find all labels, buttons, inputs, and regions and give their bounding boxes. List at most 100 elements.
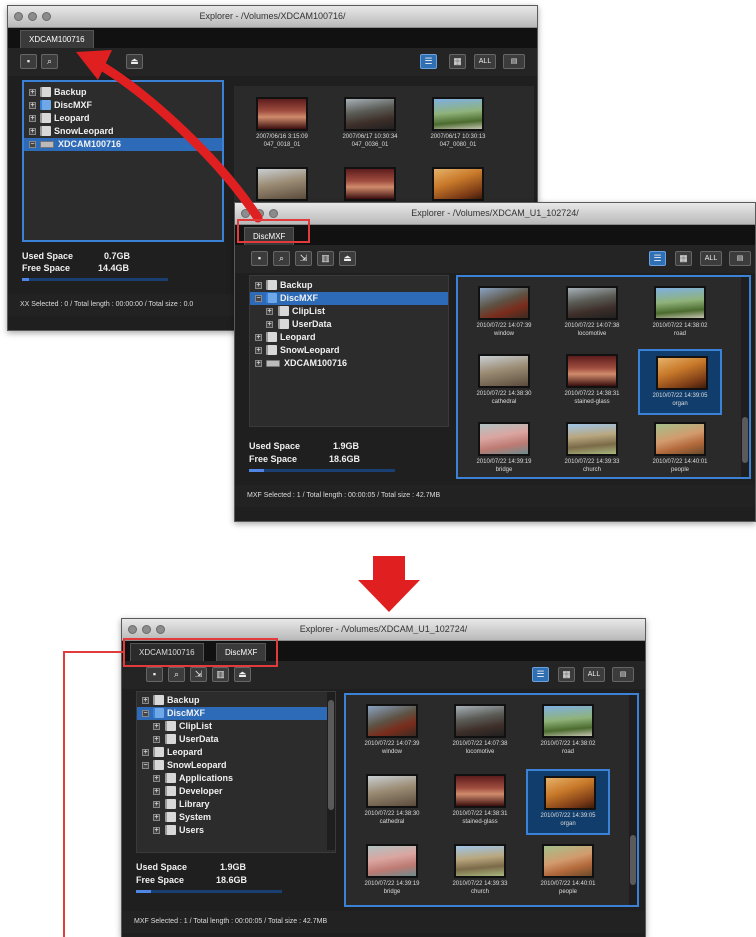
tab-discmxf[interactable]: DiscMXF xyxy=(244,227,295,245)
thumbnail-clip-organ[interactable]: 2010/07/22 14:39:05 organ xyxy=(638,349,722,415)
zoom-window-button[interactable] xyxy=(42,12,51,21)
tree-item-backup[interactable]: + Backup xyxy=(250,279,448,292)
close-window-button[interactable] xyxy=(14,12,23,21)
folder-tree[interactable]: + Backup + DiscMXF + Leopard + SnowLeopa… xyxy=(22,80,224,242)
thumbnail-scrollbar[interactable] xyxy=(741,277,749,477)
tree-item-leopard[interactable]: + Leopard xyxy=(250,331,448,344)
expand-icon[interactable]: + xyxy=(153,788,160,795)
delete-button[interactable]: ▥ xyxy=(212,667,229,682)
thumbnail-size-button[interactable]: ▤ xyxy=(729,251,751,266)
expand-icon[interactable]: + xyxy=(142,749,149,756)
minimize-window-button[interactable] xyxy=(255,209,264,218)
title-bar[interactable]: Explorer - /Volumes/XDCAM_U1_102724/ xyxy=(122,619,645,641)
thumbnail-clip-road[interactable]: 2010/07/22 14:38:02 road xyxy=(638,281,722,347)
expand-icon[interactable]: + xyxy=(255,347,262,354)
expand-icon[interactable]: + xyxy=(29,115,36,122)
thumbnail-scrollbar[interactable] xyxy=(629,695,637,905)
tree-item-discmxf[interactable]: − DiscMXF xyxy=(250,292,448,305)
tree-item-xdcam100716[interactable]: + XDCAM100716 xyxy=(250,357,448,370)
search-button[interactable]: ⌕ xyxy=(41,54,58,69)
tree-item-cliplist[interactable]: + ClipList xyxy=(250,305,448,318)
thumbnail-clip-stained-glass[interactable]: 2010/07/22 14:38:31 stained-glass xyxy=(550,349,634,415)
expand-icon[interactable]: + xyxy=(142,697,149,704)
tree-item-backup[interactable]: + Backup xyxy=(137,694,335,707)
expand-icon[interactable]: + xyxy=(266,321,273,328)
expand-icon[interactable]: + xyxy=(153,723,160,730)
tree-view-button[interactable]: ☰ xyxy=(532,667,549,682)
tree-item-leopard[interactable]: + Leopard xyxy=(137,746,335,759)
thumbnail-clip-bridge[interactable]: 2010/07/22 14:39:19 bridge xyxy=(350,839,434,905)
zoom-window-button[interactable] xyxy=(156,625,165,634)
thumbnail-clip-organ[interactable]: 2010/07/22 14:39:05 organ xyxy=(526,769,610,835)
thumbnail-clip-locomotive[interactable]: 2010/07/22 14:07:38 locomotive xyxy=(438,699,522,765)
thumbnail-grid[interactable]: 2010/07/22 14:07:39 window 2010/07/22 14:… xyxy=(344,693,639,907)
eject-button[interactable]: ⏏ xyxy=(234,667,251,682)
thumbnail-clip-window[interactable]: 2010/07/22 14:07:39 window xyxy=(350,699,434,765)
thumbnail-clip-church[interactable]: 2010/07/22 14:39:33 church xyxy=(550,417,634,477)
close-window-button[interactable] xyxy=(241,209,250,218)
search-button[interactable]: ⌕ xyxy=(168,667,185,682)
thumbnail-clip-window[interactable]: 2010/07/22 14:07:39 window xyxy=(462,281,546,347)
import-camera-button[interactable]: ▪ xyxy=(20,54,37,69)
expand-icon[interactable]: + xyxy=(255,334,262,341)
import-camera-button[interactable]: ▪ xyxy=(251,251,268,266)
expand-icon[interactable]: + xyxy=(153,814,160,821)
tree-item-snowleopard[interactable]: + SnowLeopard xyxy=(24,125,222,138)
expand-icon[interactable]: + xyxy=(266,308,273,315)
export-button[interactable]: ⇲ xyxy=(295,251,312,266)
thumbnail-clip-church[interactable]: 2010/07/22 14:39:33 church xyxy=(438,839,522,905)
tree-item-snowleopard[interactable]: − SnowLeopard xyxy=(137,759,335,772)
import-camera-button[interactable]: ▪ xyxy=(146,667,163,682)
tab-xdcam100716[interactable]: XDCAM100716 xyxy=(20,30,94,48)
thumbnail-clip-road[interactable]: 2010/07/22 14:38:02 road xyxy=(526,699,610,765)
tree-item-applications[interactable]: + Applications xyxy=(137,772,335,785)
title-bar[interactable]: Explorer - /Volumes/XDCAM100716/ xyxy=(8,6,537,28)
tree-item-userdata[interactable]: + UserData xyxy=(137,733,335,746)
tree-view-button[interactable]: ☰ xyxy=(649,251,666,266)
tree-item-xdcam100716[interactable]: − XDCAM100716 xyxy=(24,138,222,151)
thumbnail-clip-people[interactable]: 2010/07/22 14:40:01 people xyxy=(638,417,722,477)
tree-item-users[interactable]: + Users xyxy=(137,824,335,837)
tree-item-backup[interactable]: + Backup xyxy=(24,86,222,99)
expand-icon[interactable]: + xyxy=(153,801,160,808)
minimize-window-button[interactable] xyxy=(142,625,151,634)
thumbnail-clip-cathedral[interactable]: 2010/07/22 14:38:30 cathedral xyxy=(350,769,434,835)
eject-button[interactable]: ⏏ xyxy=(126,54,143,69)
thumbnail-clip[interactable]: 2007/06/17 10:30:34 047_0036_01 xyxy=(328,92,412,158)
calendar-view-button[interactable]: ▦ xyxy=(449,54,466,69)
calendar-view-button[interactable]: ▦ xyxy=(558,667,575,682)
expand-icon[interactable]: + xyxy=(153,736,160,743)
thumbnail-clip-stained-glass[interactable]: 2010/07/22 14:38:31 stained-glass xyxy=(438,769,522,835)
title-bar[interactable]: Explorer - /Volumes/XDCAM_U1_102724/ xyxy=(235,203,755,225)
tree-item-leopard[interactable]: + Leopard xyxy=(24,112,222,125)
thumbnail-clip-cathedral[interactable]: 2010/07/22 14:38:30 cathedral xyxy=(462,349,546,415)
all-filter-button[interactable]: ALL xyxy=(474,54,496,69)
expand-icon[interactable]: + xyxy=(255,282,262,289)
thumbnail-clip-locomotive[interactable]: 2010/07/22 14:07:38 locomotive xyxy=(550,281,634,347)
tree-item-developer[interactable]: + Developer xyxy=(137,785,335,798)
expand-icon[interactable]: + xyxy=(29,128,36,135)
delete-button[interactable]: ▥ xyxy=(317,251,334,266)
expand-icon[interactable]: + xyxy=(153,827,160,834)
folder-tree[interactable]: + Backup − DiscMXF + ClipList + UserData… xyxy=(249,275,449,427)
minimize-window-button[interactable] xyxy=(28,12,37,21)
eject-button[interactable]: ⏏ xyxy=(339,251,356,266)
folder-tree[interactable]: + Backup − DiscMXF + ClipList + UserData… xyxy=(136,691,336,853)
thumbnail-size-button[interactable]: ▤ xyxy=(612,667,634,682)
thumbnail-clip-bridge[interactable]: 2010/07/22 14:39:19 bridge xyxy=(462,417,546,477)
tree-item-discmxf[interactable]: − DiscMXF xyxy=(137,707,335,720)
calendar-view-button[interactable]: ▦ xyxy=(675,251,692,266)
thumbnail-size-button[interactable]: ▤ xyxy=(503,54,525,69)
close-window-button[interactable] xyxy=(128,625,137,634)
tab-xdcam100716[interactable]: XDCAM100716 xyxy=(130,643,204,661)
collapse-icon[interactable]: − xyxy=(255,295,262,302)
thumbnail-clip[interactable]: 2007/06/17 10:30:13 047_0080_01 xyxy=(416,92,500,158)
collapse-icon[interactable]: − xyxy=(29,141,36,148)
search-button[interactable]: ⌕ xyxy=(273,251,290,266)
tree-item-userdata[interactable]: + UserData xyxy=(250,318,448,331)
tree-item-system[interactable]: + System xyxy=(137,811,335,824)
thumbnail-clip[interactable]: 2007/06/16 3:15:09 047_0018_01 xyxy=(240,92,324,158)
tab-discmxf[interactable]: DiscMXF xyxy=(216,643,267,661)
thumbnail-grid[interactable]: 2010/07/22 14:07:39 window 2010/07/22 14:… xyxy=(456,275,751,479)
tree-item-cliplist[interactable]: + ClipList xyxy=(137,720,335,733)
